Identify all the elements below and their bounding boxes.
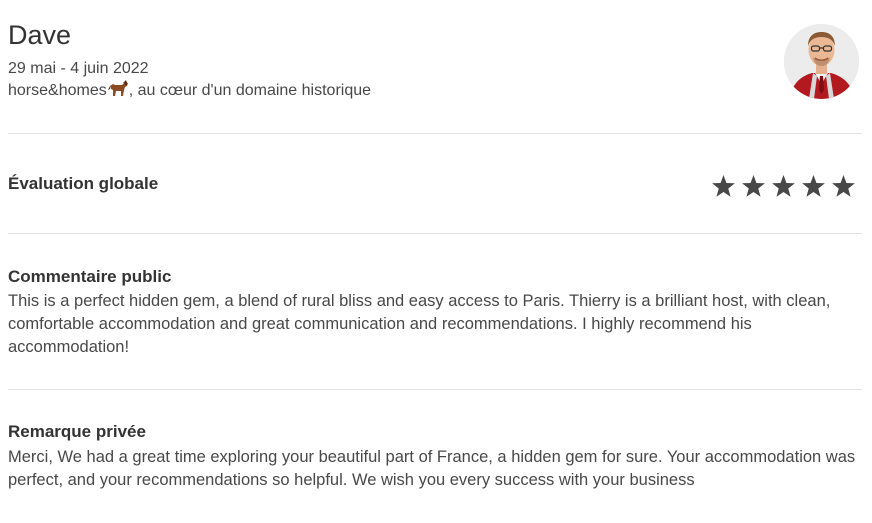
- listing-name: horse&homes , au cœur d'un domaine histo…: [8, 80, 371, 102]
- star-icon: [802, 175, 825, 197]
- listing-name-prefix: horse&homes: [8, 82, 107, 99]
- review-header: Dave 29 mai - 4 juin 2022 horse&homes , …: [8, 0, 862, 134]
- public-comment-title: Commentaire public: [8, 267, 172, 286]
- star-icon: [832, 175, 855, 197]
- star-icon: [712, 175, 735, 197]
- private-note-section: Remarque privée Merci, We had a great ti…: [8, 390, 862, 523]
- private-note-title: Remarque privée: [8, 422, 146, 441]
- star-icon: [742, 175, 765, 197]
- avatar[interactable]: [784, 24, 859, 99]
- stay-dates: 29 mai - 4 juin 2022: [8, 60, 149, 77]
- horse-emoji-icon: [107, 80, 128, 96]
- review-page: Dave 29 mai - 4 juin 2022 horse&homes , …: [8, 0, 862, 523]
- public-comment-text: This is a perfect hidden gem, a blend of…: [8, 292, 831, 356]
- private-note-text: Merci, We had a great time exploring you…: [8, 448, 856, 489]
- profile-photo: [784, 24, 859, 99]
- star-icon: [772, 175, 795, 197]
- star-rating: [711, 174, 856, 199]
- listing-name-suffix: , au cœur d'un domaine historique: [128, 82, 372, 99]
- overall-rating-label: Évaluation globale: [8, 174, 159, 193]
- public-comment-section: Commentaire public This is a perfect hid…: [8, 234, 862, 390]
- guest-name: Dave: [8, 20, 72, 50]
- overall-rating-section: Évaluation globale: [8, 134, 862, 234]
